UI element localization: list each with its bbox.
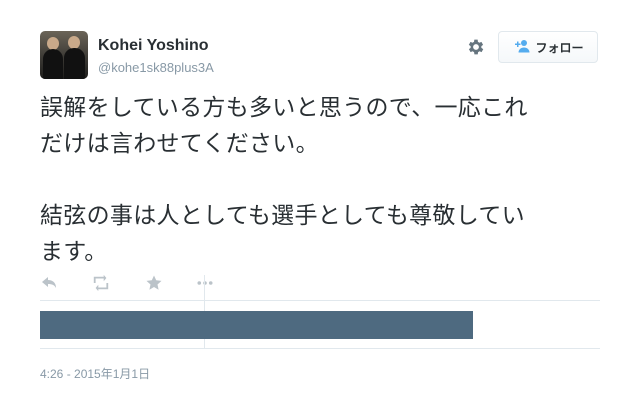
user-name[interactable]: Kohei Yoshino (98, 37, 209, 55)
follow-button-label: フォロー (535, 40, 584, 55)
avatar-body-right (64, 48, 85, 79)
person-add-icon (512, 39, 530, 56)
retweet-icon[interactable] (92, 272, 114, 294)
star-icon[interactable] (145, 272, 167, 294)
more-icon[interactable] (196, 272, 218, 294)
reply-icon[interactable] (40, 272, 62, 294)
avatar-body-left (43, 49, 63, 79)
gear-icon[interactable] (466, 37, 486, 57)
stats-placeholder-bar (40, 311, 473, 339)
stats-top-border (40, 300, 600, 301)
user-handle[interactable]: @kohe1sk88plus3A (98, 60, 214, 75)
follow-button[interactable]: フォロー (498, 31, 598, 63)
tweet-timestamp[interactable]: 4:26 - 2015年1月1日 (40, 365, 150, 382)
tweet-text: 誤解をしている方も多いと思うので、一応これ だけは言わせてください。 結弦の事は… (40, 95, 528, 265)
avatar[interactable] (40, 31, 88, 79)
stats-bottom-border (40, 348, 600, 349)
